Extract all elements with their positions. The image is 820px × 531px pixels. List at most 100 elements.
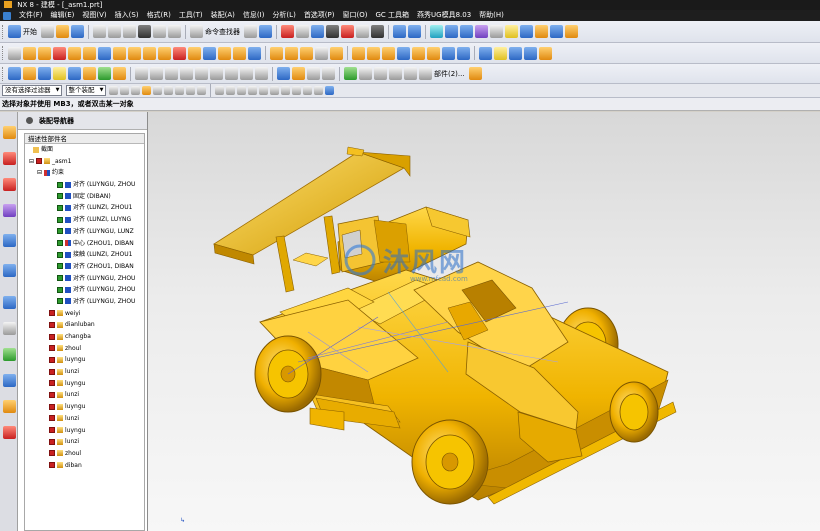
component-row[interactable]: luyngu <box>25 425 144 437</box>
rectangle-select-icon[interactable] <box>214 86 224 95</box>
arc-icon[interactable] <box>68 67 81 80</box>
toolbar-grip[interactable] <box>2 46 5 60</box>
reuse-library-icon[interactable] <box>3 204 16 217</box>
component-checkbox[interactable] <box>49 380 55 387</box>
extrude-icon[interactable] <box>23 46 36 60</box>
start-button-label[interactable]: 开始 <box>23 27 37 37</box>
redo-icon[interactable] <box>168 25 181 38</box>
mirror-feature-icon[interactable] <box>188 46 201 60</box>
general-selection-icon[interactable] <box>108 86 118 95</box>
constraint-checkbox[interactable] <box>57 263 63 270</box>
new-file-icon[interactable] <box>41 25 54 38</box>
orient-view-icon[interactable] <box>311 25 324 38</box>
component-array-icon[interactable] <box>419 67 432 80</box>
offset-curve-icon[interactable] <box>135 67 148 80</box>
system-scenes-icon[interactable] <box>3 426 16 439</box>
grid-icon[interactable] <box>479 46 492 60</box>
component-row[interactable]: lunzi <box>25 413 144 425</box>
cut-icon[interactable] <box>93 25 106 38</box>
mold-tools-icon[interactable] <box>565 25 578 38</box>
tree-row-sections[interactable]: 截面 <box>25 144 144 156</box>
delete-face-icon[interactable] <box>382 46 395 60</box>
snap-view-icon[interactable] <box>460 25 473 38</box>
background-icon[interactable] <box>356 25 369 38</box>
cylinder-icon[interactable] <box>509 46 522 60</box>
line-icon[interactable] <box>53 67 66 80</box>
constraint-checkbox[interactable] <box>57 216 63 223</box>
split-curve-icon[interactable] <box>255 67 268 80</box>
subtract-icon[interactable] <box>128 46 141 60</box>
sketch-icon[interactable] <box>8 46 21 60</box>
sew-icon[interactable] <box>300 46 313 60</box>
pattern-icon[interactable] <box>173 46 186 60</box>
mate-constraint-icon[interactable] <box>307 67 320 80</box>
wave-geometry-icon[interactable] <box>404 67 417 80</box>
layer-settings-icon[interactable] <box>393 25 406 38</box>
constraint-checkbox[interactable] <box>57 193 63 200</box>
menu-window[interactable]: 窗口(O) <box>339 10 372 21</box>
render-style-icon[interactable] <box>341 25 354 38</box>
select-components-icon[interactable] <box>141 86 151 95</box>
measure-distance-icon[interactable] <box>490 25 503 38</box>
component-row[interactable]: zhoul <box>25 448 144 460</box>
pattern-face-icon[interactable] <box>427 46 440 60</box>
constraint-checkbox[interactable] <box>57 286 63 293</box>
constraint-checkbox[interactable] <box>57 240 63 246</box>
constraint-row[interactable]: 对齐 (LUNZI, ZHOU1 <box>25 202 144 214</box>
column-header-part-name[interactable]: 描述性部件名 <box>25 134 144 144</box>
replace-component-icon[interactable] <box>468 67 482 80</box>
type-filter-select[interactable]: 没有选择过滤器 <box>2 85 62 96</box>
component-checkbox[interactable] <box>49 310 55 317</box>
toolbar-grip[interactable] <box>2 66 5 81</box>
sweep-icon[interactable] <box>442 46 455 60</box>
split-body-icon[interactable] <box>248 46 261 60</box>
race-car-model[interactable] <box>148 112 820 531</box>
graphics-window[interactable]: 沐风网 www.mfcad.com ↳ <box>148 112 820 531</box>
delete-icon[interactable] <box>138 25 151 38</box>
pocket-icon[interactable] <box>83 46 96 60</box>
snap-endpoint-icon[interactable] <box>225 86 235 95</box>
move-component-icon[interactable] <box>322 67 335 80</box>
unite-icon[interactable] <box>113 46 126 60</box>
component-checkbox[interactable] <box>49 403 55 410</box>
constraint-checkbox[interactable] <box>57 251 63 258</box>
copy-icon[interactable] <box>108 25 121 38</box>
component-row[interactable]: luyngu <box>25 378 144 390</box>
thicken-icon[interactable] <box>285 46 298 60</box>
toolbar-grip[interactable] <box>2 24 5 39</box>
constraint-row[interactable]: 对齐 (LUYNGU, ZHOU <box>25 284 144 296</box>
component-checkbox[interactable] <box>49 345 55 352</box>
component-row[interactable]: luyngu <box>25 354 144 366</box>
reset-filter-icon[interactable] <box>119 86 129 95</box>
edge-blend-icon[interactable] <box>143 46 156 60</box>
replace-face-icon[interactable] <box>330 46 343 60</box>
pin-icon[interactable] <box>26 117 33 124</box>
hole-icon[interactable] <box>53 46 66 60</box>
process-studio-icon[interactable] <box>3 374 16 387</box>
trim-curve-icon[interactable] <box>240 67 253 80</box>
menu-tools[interactable]: 工具(T) <box>175 10 207 21</box>
select-body-icon[interactable] <box>163 86 173 95</box>
component-checkbox[interactable] <box>49 438 55 445</box>
assembly-parts-label[interactable]: 部件(2)... <box>434 69 465 79</box>
clock-icon[interactable] <box>3 296 16 309</box>
history-icon[interactable] <box>3 264 16 277</box>
sequence-icon[interactable] <box>389 67 402 80</box>
snap-plus-icon[interactable] <box>291 86 301 95</box>
component-checkbox[interactable] <box>49 368 55 375</box>
menu-view[interactable]: 视图(V) <box>78 10 110 21</box>
component-checkbox[interactable] <box>49 391 55 398</box>
sphere-icon[interactable] <box>539 46 552 60</box>
app-menu-icon[interactable] <box>3 11 11 20</box>
wcs-orient-icon[interactable] <box>445 25 458 38</box>
constraint-checkbox[interactable] <box>57 275 63 282</box>
select-edge-icon[interactable] <box>185 86 195 95</box>
tree-row-root[interactable]: ⊟ _asm1 <box>25 156 144 168</box>
menu-format[interactable]: 格式(R) <box>143 10 175 21</box>
component-checkbox[interactable] <box>49 427 55 433</box>
face-analysis-icon[interactable] <box>535 25 548 38</box>
triangle-icon[interactable] <box>374 67 387 80</box>
text-curve-icon[interactable] <box>113 67 126 80</box>
part-navigator-icon[interactable] <box>3 178 16 191</box>
move-object-icon[interactable] <box>408 25 421 38</box>
